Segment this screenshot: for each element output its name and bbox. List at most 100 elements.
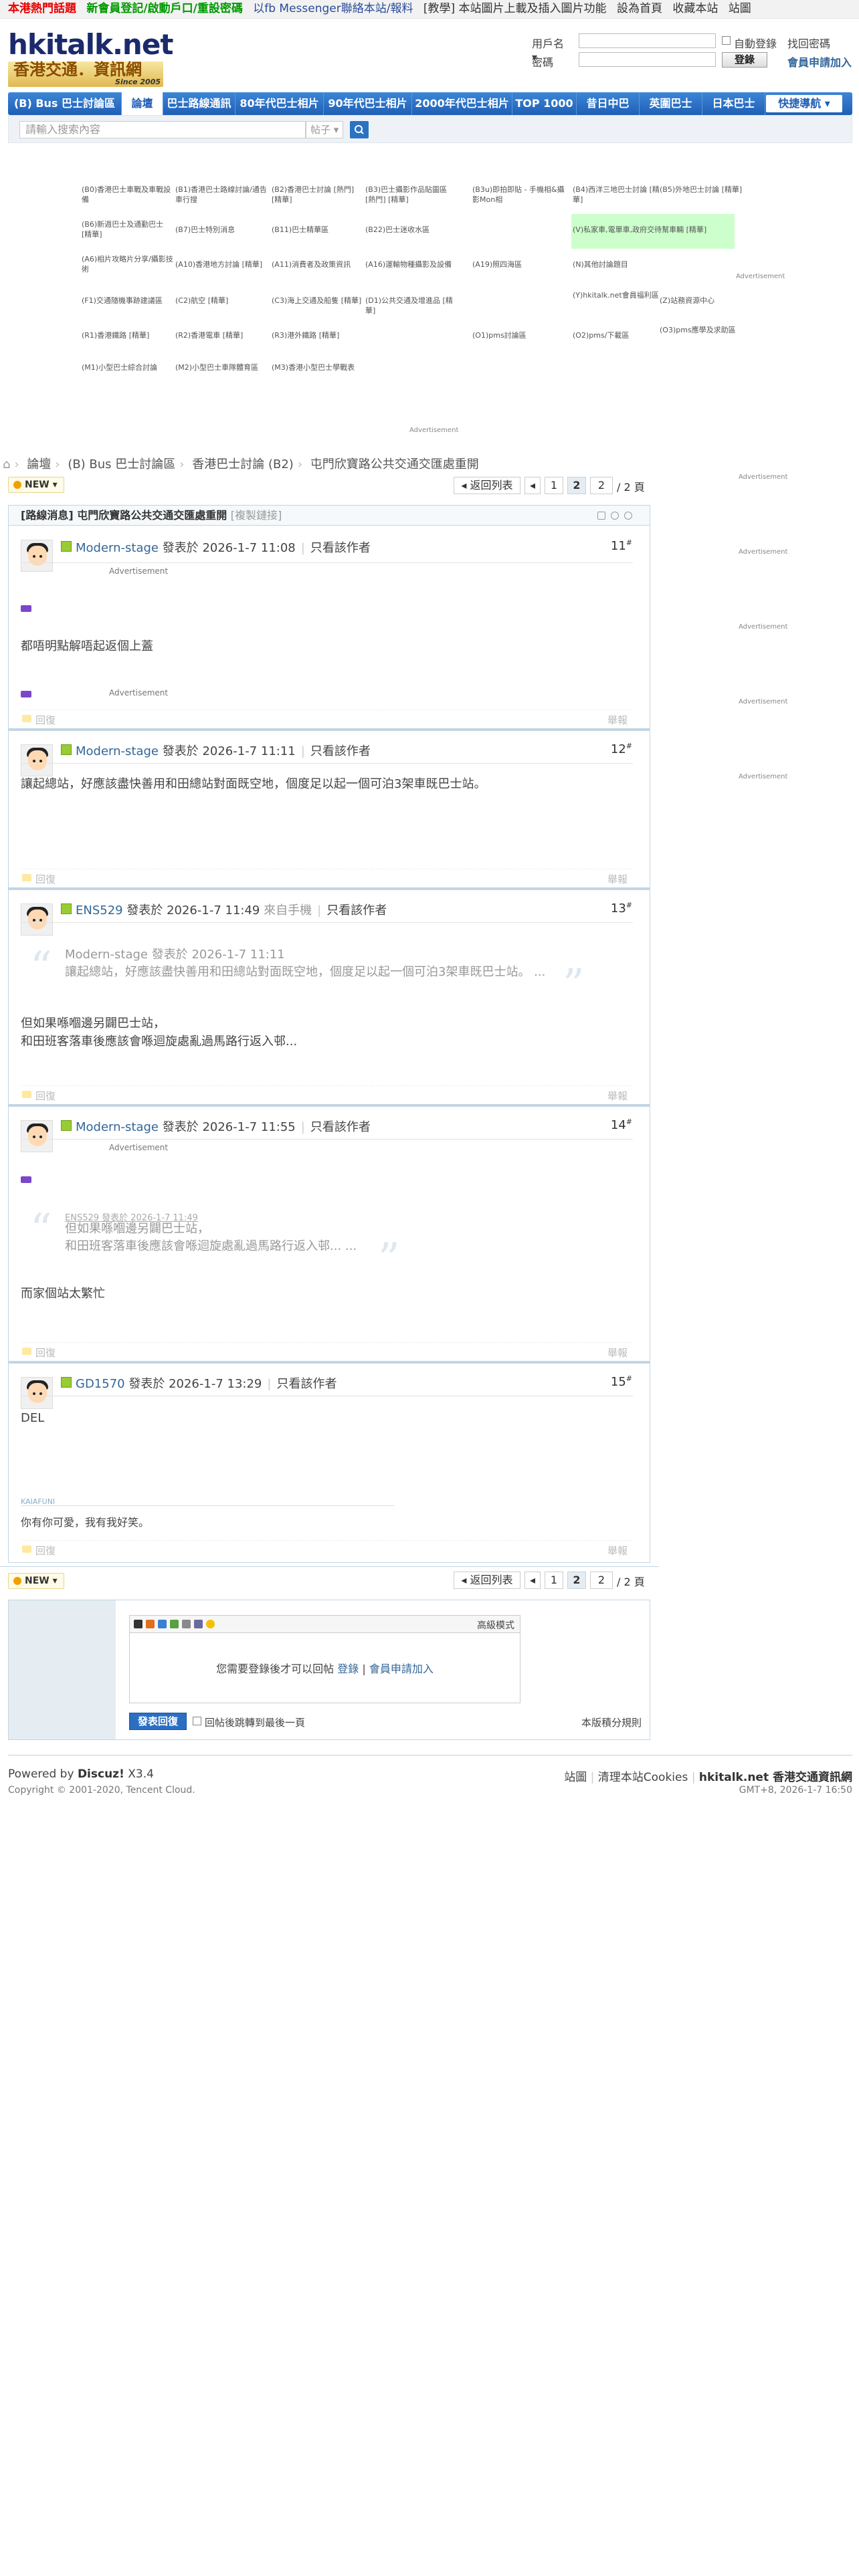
page-1-link[interactable]: 1 (545, 477, 563, 494)
forum-link[interactable]: (M3)香港小型巴士學戰表 (272, 362, 365, 372)
tutorial-link[interactable]: [教學] 本站圖片上載及插入圖片功能 (423, 2, 607, 15)
forum-link[interactable]: (B7)巴士特別消息 (175, 225, 269, 235)
forum-link[interactable]: (D1)公共交通及增進品 [精華] (365, 296, 459, 316)
report-button[interactable]: 舉報 (607, 1543, 628, 1558)
image-icon[interactable] (170, 1620, 179, 1628)
jump-last-page-checkbox[interactable] (193, 1717, 201, 1725)
report-button[interactable]: 舉報 (607, 872, 628, 886)
forum-link[interactable]: (B3u)即拍即貼 - 手機相&攝影Mon相 (472, 185, 566, 205)
floor-number[interactable]: 14# (611, 1117, 632, 1132)
nav-90s-photos[interactable]: 90年代巴士相片 (324, 92, 412, 115)
code-icon[interactable] (194, 1620, 203, 1628)
page-jump-input[interactable]: 2 (590, 477, 613, 494)
back-to-list-button[interactable]: ◂ 返回列表 (454, 477, 520, 494)
floor-number[interactable]: 11# (611, 538, 632, 553)
forum-link[interactable]: (B6)新週巴士及通勤巴士 [精華] (82, 219, 175, 239)
forum-link[interactable]: (B3)巴士攝影作品貼圖區 [熱門] [精華] (365, 185, 459, 205)
forum-link[interactable]: (O3)pms應學及求助區 (660, 325, 753, 335)
nav-route-news[interactable]: 巴士路線通訊 (163, 92, 235, 115)
floor-number[interactable]: 15# (611, 1374, 632, 1389)
set-homepage-link[interactable]: 設為首頁 (617, 2, 662, 15)
login-link[interactable]: 登錄 (337, 1662, 359, 1675)
nav-80s-photos[interactable]: 80年代巴士相片 (235, 92, 324, 115)
sitemap-link[interactable]: 站圖 (729, 2, 751, 15)
forum-link[interactable]: (A19)照四海區 (472, 259, 566, 270)
forum-link-highlighted[interactable]: (V)私家車,電單車,政府交待幫車輛 [精華] (571, 214, 735, 249)
avatar[interactable] (21, 903, 53, 936)
quick-nav-button[interactable]: 快捷導航 ▾ (766, 95, 842, 112)
login-button[interactable]: 登錄 (722, 52, 767, 68)
password-input[interactable] (579, 52, 716, 67)
nav-japan-bus[interactable]: 日本巴士 (702, 92, 765, 115)
floor-number[interactable]: 12# (611, 742, 632, 756)
register-link[interactable]: 新會員登記/啟動戶口/重設密碼 (86, 2, 242, 15)
username-input[interactable] (579, 33, 716, 48)
forum-link[interactable]: (B22)巴士迷收水區 (365, 225, 459, 235)
hot-topics-link[interactable]: 本港熱門話題 (8, 2, 76, 15)
author-link[interactable]: Modern-stage (76, 1120, 159, 1134)
reply-button[interactable]: 回復 (21, 713, 56, 727)
forum-link[interactable]: (C2)航空 [精華] (175, 296, 269, 306)
reply-button[interactable]: 回復 (21, 1543, 56, 1558)
new-thread-button[interactable]: NEW ▾ (8, 477, 64, 493)
avatar[interactable] (21, 1120, 53, 1152)
prev-page-button[interactable]: ◂ (524, 477, 541, 494)
nav-2000s-photos[interactable]: 2000年代巴士相片 (412, 92, 512, 115)
smiley-icon[interactable] (206, 1620, 215, 1628)
breadcrumb-forum[interactable]: 論壇 (27, 457, 51, 471)
breadcrumb-b2[interactable]: 香港巴士討論 (B2) (192, 457, 294, 471)
forgot-password-link[interactable]: 找回密碼 (787, 35, 830, 51)
search-button[interactable] (350, 121, 369, 138)
font-color-icon[interactable] (146, 1620, 155, 1628)
quote-icon[interactable] (182, 1620, 191, 1628)
forum-link[interactable]: (F1)交通隨機事跡建議區 (82, 296, 175, 306)
author-link[interactable]: GD1570 (76, 1377, 125, 1391)
auto-login-checkbox[interactable] (722, 36, 731, 45)
only-author-link[interactable]: 只看該作者 (310, 541, 371, 555)
search-input[interactable]: 請輸入搜索內容 (19, 121, 306, 138)
footer-sitemap-link[interactable]: 站圖 (564, 1771, 587, 1784)
messenger-link[interactable]: 以fb Messenger聯絡本站/報料 (253, 2, 413, 15)
avatar[interactable] (21, 744, 53, 776)
forum-link[interactable]: (B2)香港巴士討論 [熱門] [精華] (272, 185, 365, 205)
forum-link[interactable]: (B1)香港巴士路線討論/通告車行搜 (175, 185, 269, 205)
only-author-link[interactable]: 只看該作者 (310, 744, 371, 758)
forum-link[interactable]: (C3)海上交通及船隻 [精華] (272, 296, 365, 306)
nav-top-1000[interactable]: TOP 1000 (512, 92, 577, 115)
forum-link[interactable]: (B4)西洋三地巴士討論 [精華] (573, 185, 666, 205)
forum-link[interactable]: (A16)運輸物種攝影及設備 (365, 259, 459, 270)
forum-link[interactable]: (M2)小型巴士車隊體育區 (175, 362, 269, 372)
report-button[interactable]: 舉報 (607, 713, 628, 727)
bold-icon[interactable] (134, 1620, 142, 1628)
forum-link[interactable]: (O2)pms/下載區 (573, 330, 666, 340)
register-link-header[interactable]: 會員申請加入 (787, 53, 852, 70)
prev-thread-icon[interactable] (611, 512, 619, 520)
credit-rules-link[interactable]: 本版積分規則 (581, 1715, 642, 1729)
next-thread-icon[interactable] (624, 512, 632, 520)
page-1-link[interactable]: 1 (545, 1572, 563, 1589)
bookmark-link[interactable]: 收藏本站 (672, 2, 718, 15)
link-icon[interactable] (158, 1620, 167, 1628)
register-link-reply[interactable]: 會員申請加入 (369, 1662, 434, 1675)
advanced-mode-link[interactable]: 高級模式 (477, 1618, 514, 1632)
back-to-list-button[interactable]: ◂ 返回列表 (454, 1572, 520, 1589)
breadcrumb-thread[interactable]: 屯門欣寶路公共交通交匯處重開 (310, 457, 479, 471)
author-link[interactable]: Modern-stage (76, 744, 159, 758)
forum-link[interactable]: (A11)消費者及政策資訊 (272, 259, 365, 270)
copy-link-button[interactable]: [複製鏈接] (231, 509, 282, 522)
only-author-link[interactable]: 只看該作者 (276, 1377, 337, 1391)
home-icon[interactable]: ⌂ (3, 457, 10, 471)
forum-link[interactable]: (M1)小型巴士綜合討論 (82, 362, 175, 372)
forum-link[interactable]: (Z)站務資源中心 (660, 296, 753, 306)
nav-bus-forum[interactable]: (B) Bus 巴士討論區 (8, 92, 122, 115)
breadcrumb-bus-forum[interactable]: (B) Bus 巴士討論區 (68, 457, 175, 471)
forum-link[interactable]: (B11)巴士精華區 (272, 225, 365, 235)
nav-forum[interactable]: 論壇 (122, 92, 163, 115)
only-author-link[interactable]: 只看該作者 (310, 1120, 371, 1134)
reply-button[interactable]: 回復 (21, 872, 56, 886)
author-link[interactable]: ENS529 (76, 903, 123, 918)
report-button[interactable]: 舉報 (607, 1089, 628, 1103)
floor-number[interactable]: 13# (611, 901, 632, 916)
site-logo[interactable]: hkitalk.net 香港交通．資訊網 Since 2005 (8, 29, 173, 87)
author-link[interactable]: Modern-stage (76, 541, 159, 555)
